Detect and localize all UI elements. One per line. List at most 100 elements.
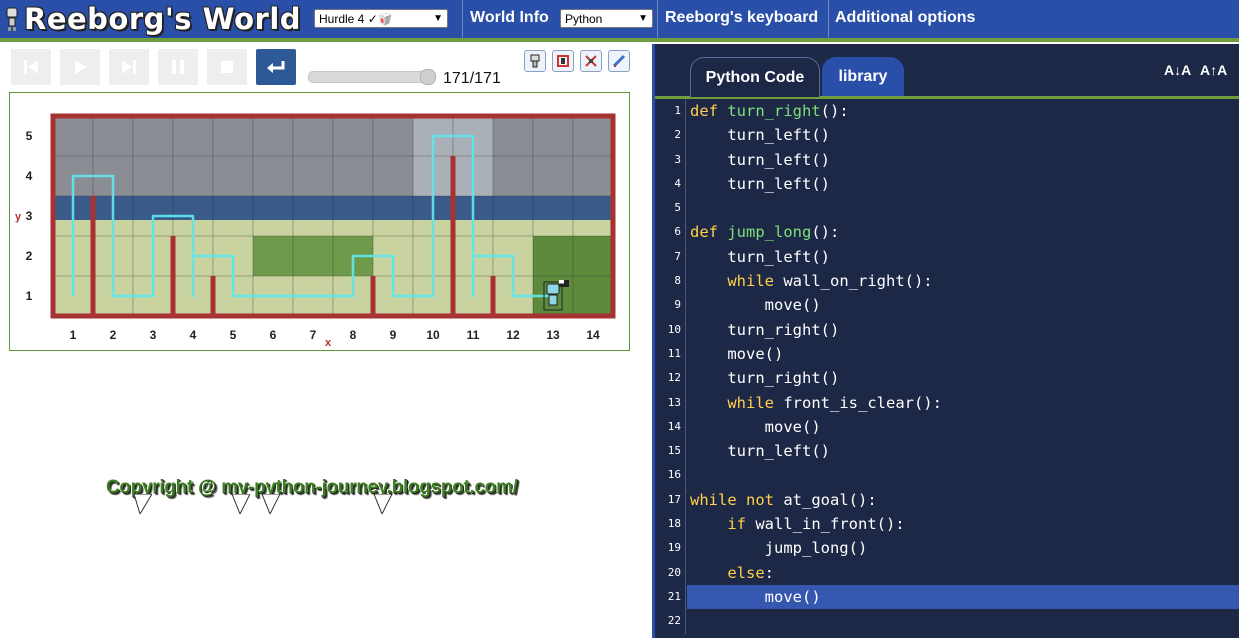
code-text: while wall_on_right():	[727, 272, 933, 291]
pause-icon	[172, 60, 184, 74]
pause-button[interactable]	[158, 49, 198, 85]
return-arrow-icon	[267, 61, 285, 73]
line-number: 3	[655, 147, 686, 172]
code-line[interactable]: 2 turn_left()	[655, 123, 1239, 148]
code-text: turn_left()	[690, 150, 830, 169]
line-number: 7	[655, 244, 686, 270]
keyboard-link[interactable]: Reeborg's keyboard	[659, 0, 824, 38]
y-tick-label: 3	[26, 209, 33, 223]
code-line[interactable]: 15 turn_left()	[655, 439, 1239, 464]
code-line[interactable]: 22	[655, 609, 1239, 634]
x-tick-label: 10	[426, 328, 440, 342]
robot-body	[548, 294, 558, 306]
additional-options-link[interactable]: Additional options	[829, 0, 981, 38]
run-button[interactable]	[60, 49, 100, 85]
code-line[interactable]: 18 if wall_in_front():	[655, 512, 1239, 537]
code-editor-panel: Python Code library A↓A A↑A 1 def turn_ri…	[652, 44, 1239, 638]
y-axis-letter: y	[15, 211, 22, 223]
x-tick-label: 13	[546, 328, 560, 342]
x-tick-label: 12	[506, 328, 520, 342]
code-line[interactable]: 13 while front_is_clear():	[655, 390, 1239, 415]
chevron-down-icon: ▼	[433, 13, 443, 24]
line-number: 10	[655, 317, 686, 342]
x-tick-label: 6	[270, 328, 277, 342]
line-number: 12	[655, 366, 686, 391]
hurdle-wall	[450, 156, 456, 316]
world-canvas[interactable]: 1 2 3 4 5 6 7 8 9 10 11 12 13 14 1 2 3 4 5 x y	[9, 92, 630, 351]
code-line[interactable]: 6 def jump_long():	[655, 220, 1239, 245]
line-number: 1	[655, 99, 686, 124]
line-number: 4	[655, 171, 686, 197]
tab-python-code[interactable]: Python Code	[690, 57, 820, 97]
x-tick-label: 14	[586, 328, 600, 342]
code-line[interactable]: 10 turn_right()	[655, 317, 1239, 342]
font-increase-button[interactable]: A↑A	[1200, 62, 1227, 78]
y-tick-label: 4	[26, 169, 33, 183]
code-line[interactable]: 19 jump_long()	[655, 536, 1239, 561]
top-menu-bar: Reeborg's World Hurdle 4 ✓🥡 ▼ World Info…	[0, 0, 1239, 42]
reeborg-logo-icon	[6, 7, 18, 31]
stop-icon	[221, 61, 233, 73]
world-info-link[interactable]: World Info	[464, 0, 555, 38]
code-line[interactable]: 1 def turn_right():	[655, 99, 1239, 124]
robot-model-button[interactable]	[524, 50, 546, 72]
goal-flag-check	[559, 280, 564, 284]
line-number: 9	[655, 293, 686, 318]
code-line[interactable]: 16	[655, 463, 1239, 488]
logo: Reeborg's World	[4, 2, 301, 36]
decor-spike	[134, 494, 152, 514]
line-number: 14	[655, 414, 686, 440]
world-select-value: Hurdle 4 ✓🥡	[319, 11, 393, 26]
code-line[interactable]: 3 turn_left()	[655, 147, 1239, 172]
y-tick-label: 1	[26, 289, 33, 303]
code-line[interactable]: 12 turn_right()	[655, 366, 1239, 391]
code-line[interactable]: 20 else:	[655, 560, 1239, 585]
play-icon	[75, 60, 87, 74]
world-select[interactable]: Hurdle 4 ✓🥡 ▼	[314, 9, 448, 28]
x-tick-label: 7	[310, 328, 317, 342]
reload-button[interactable]	[256, 49, 296, 85]
code-area[interactable]: 1 def turn_right(): 2 turn_left() 3 turn_le…	[655, 99, 1239, 634]
code-line[interactable]: 9 move()	[655, 293, 1239, 318]
code-line[interactable]: 7 turn_left()	[655, 244, 1239, 270]
step-counter: 171/171	[443, 70, 501, 87]
code-line[interactable]: 8 while wall_on_right():	[655, 269, 1239, 294]
font-decrease-button[interactable]: A↓A	[1164, 62, 1191, 78]
editor-settings-button[interactable]	[608, 50, 630, 72]
app-title: Reeborg's World	[24, 2, 302, 36]
line-number: 13	[655, 390, 686, 415]
x-tick-label: 1	[70, 328, 77, 342]
code-text: while not at_goal():	[690, 490, 877, 509]
code-text: move()	[690, 417, 821, 436]
language-select[interactable]: Python ▼	[560, 9, 653, 28]
y-tick-label: 2	[26, 249, 33, 263]
stop-button[interactable]	[207, 49, 247, 85]
code-text: move()	[690, 296, 821, 315]
world-grid: 1 2 3 4 5 6 7 8 9 10 11 12 13 1412345xy	[15, 113, 616, 349]
code-line[interactable]: 11 move()	[655, 341, 1239, 367]
line-number: 8	[655, 269, 686, 294]
language-select-value: Python	[565, 11, 603, 26]
slider-handle[interactable]	[420, 69, 436, 85]
editor-tab-bar: Python Code library A↓A A↑A	[655, 44, 1239, 99]
robot-highlight-icon	[557, 55, 569, 67]
code-text: move()	[690, 344, 784, 363]
step-button[interactable]	[109, 49, 149, 85]
tab-library[interactable]: library	[822, 57, 904, 96]
chevron-down-icon: ▼	[638, 13, 648, 24]
x-tick-label: 5	[230, 328, 237, 342]
menu-divider	[657, 0, 658, 38]
code-text: turn_left()	[690, 247, 830, 266]
code-line[interactable]: 5	[655, 196, 1239, 221]
line-number: 2	[655, 123, 686, 148]
history-slider[interactable]	[308, 69, 436, 85]
highlight-toggle-button[interactable]	[552, 50, 574, 72]
line-number: 15	[655, 439, 686, 464]
world-edit-button[interactable]	[580, 50, 602, 72]
code-line[interactable]: 17 while not at_goal():	[655, 487, 1239, 513]
code-line[interactable]: 14 move()	[655, 414, 1239, 440]
line-number: 19	[655, 536, 686, 561]
code-line[interactable]: 4 turn_left()	[655, 171, 1239, 197]
reverse-step-button[interactable]	[11, 49, 51, 85]
code-line[interactable]: 21 move()	[655, 584, 1239, 610]
